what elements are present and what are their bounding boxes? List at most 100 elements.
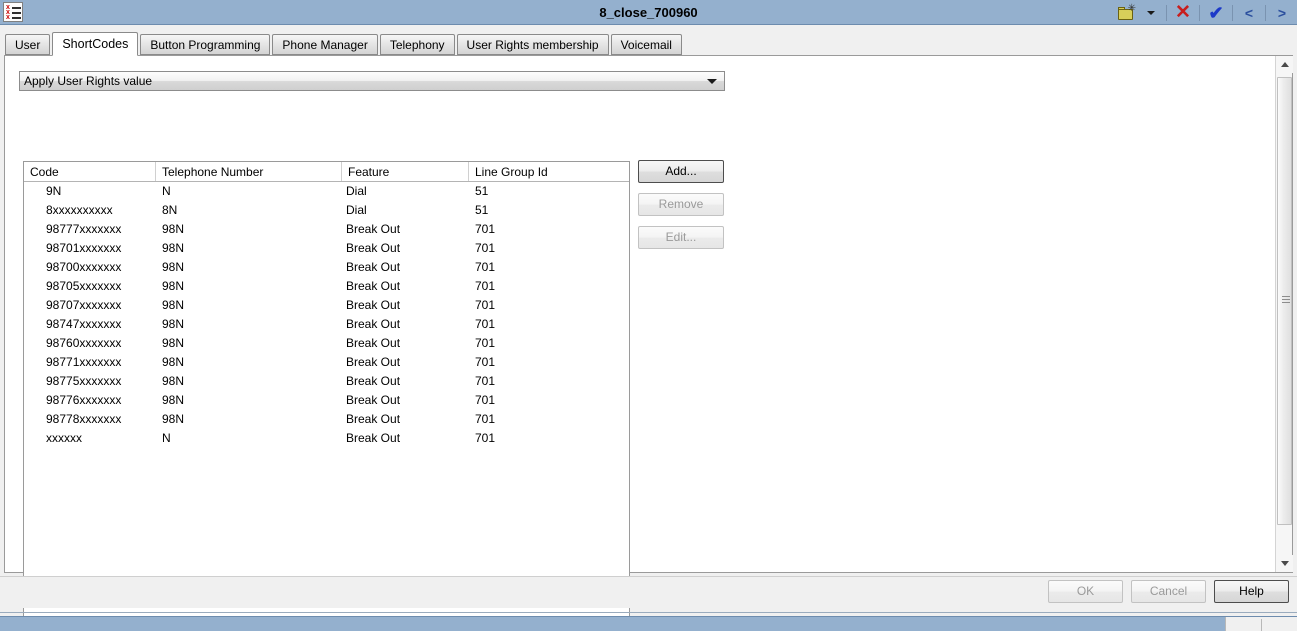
table-body: 9N N Dial 51 8xxxxxxxxxx 8N Dial 51 9877…: [24, 182, 629, 448]
cell-line-group-id: 701: [475, 260, 496, 274]
toolbar-divider-2: [1199, 4, 1200, 21]
cell-line-group-id: 701: [475, 241, 496, 255]
new-folder-icon: ✳: [1118, 4, 1136, 20]
table-row[interactable]: 98771xxxxxxx 98N Break Out 701: [24, 353, 629, 372]
cell-telephone: N: [162, 184, 171, 198]
cell-telephone: N: [162, 431, 171, 445]
cell-feature: Dial: [346, 184, 367, 198]
chevron-down-icon: [1280, 561, 1289, 566]
title-bar: xxx 8_close_700960 ✳ ✕ ✔ < >: [0, 0, 1297, 25]
cell-telephone: 98N: [162, 355, 185, 369]
tab-telephony[interactable]: Telephony: [379, 34, 455, 55]
background-window-divider: [1261, 619, 1262, 631]
application-window: xxx 8_close_700960 ✳ ✕ ✔ < > User ShortC…: [0, 0, 1297, 631]
chevron-up-icon: [1280, 62, 1289, 67]
previous-record-button[interactable]: <: [1238, 2, 1260, 23]
vertical-scrollbar[interactable]: [1275, 56, 1293, 572]
close-icon: ✕: [1175, 2, 1191, 23]
cell-line-group-id: 51: [475, 203, 489, 217]
table-row[interactable]: 98776xxxxxxx 98N Break Out 701: [24, 391, 629, 410]
cell-telephone: 98N: [162, 336, 185, 350]
cell-telephone: 98N: [162, 222, 185, 236]
cell-telephone: 98N: [162, 317, 185, 331]
tab-shortcodes[interactable]: ShortCodes: [52, 32, 139, 56]
cell-code: 98775xxxxxxx: [46, 374, 122, 388]
ok-button: OK: [1048, 580, 1123, 603]
cell-line-group-id: 51: [475, 184, 489, 198]
confirm-button[interactable]: ✔: [1205, 2, 1227, 23]
cell-code: 98778xxxxxxx: [46, 412, 122, 426]
chevron-down-icon: [1147, 10, 1155, 15]
tab-user-rights-membership[interactable]: User Rights membership: [456, 34, 609, 55]
add-button[interactable]: Add...: [638, 160, 724, 183]
remove-button: Remove: [638, 193, 724, 216]
new-folder-button[interactable]: ✳: [1115, 2, 1139, 23]
cell-telephone: 98N: [162, 374, 185, 388]
chevron-down-icon: [707, 78, 717, 84]
cell-telephone: 98N: [162, 393, 185, 407]
table-row[interactable]: 98777xxxxxxx 98N Break Out 701: [24, 220, 629, 239]
cell-code: 98701xxxxxxx: [46, 241, 122, 255]
check-icon: ✔: [1208, 2, 1224, 23]
cell-feature: Break Out: [346, 241, 401, 255]
chevron-left-icon: <: [1244, 4, 1254, 21]
table-row[interactable]: 98700xxxxxxx 98N Break Out 701: [24, 258, 629, 277]
cell-telephone: 98N: [162, 412, 185, 426]
table-row[interactable]: xxxxxx N Break Out 701: [24, 429, 629, 448]
cell-telephone: 98N: [162, 298, 185, 312]
next-record-button[interactable]: >: [1271, 2, 1293, 23]
cell-feature: Break Out: [346, 279, 401, 293]
table-row[interactable]: 98705xxxxxxx 98N Break Out 701: [24, 277, 629, 296]
cell-feature: Break Out: [346, 336, 401, 350]
table-row[interactable]: 98747xxxxxxx 98N Break Out 701: [24, 315, 629, 334]
apply-user-rights-dropdown[interactable]: Apply User Rights value: [19, 71, 725, 91]
tab-user[interactable]: User: [5, 34, 51, 55]
cell-line-group-id: 701: [475, 374, 496, 388]
scrollbar-thumb[interactable]: [1277, 77, 1292, 525]
footer-actions: OK Cancel Help: [1048, 580, 1289, 603]
scroll-down-button[interactable]: [1276, 555, 1293, 572]
cell-feature: Break Out: [346, 431, 401, 445]
tab-button-programming[interactable]: Button Programming: [140, 34, 271, 55]
help-button[interactable]: Help: [1214, 580, 1289, 603]
background-window-controls[interactable]: [1225, 617, 1297, 631]
column-header-line-group-id[interactable]: Line Group Id: [469, 162, 629, 181]
table-row[interactable]: 9N N Dial 51: [24, 182, 629, 201]
column-header-telephone[interactable]: Telephone Number: [156, 162, 342, 181]
cell-feature: Break Out: [346, 317, 401, 331]
new-folder-dropdown-button[interactable]: [1139, 2, 1161, 23]
scrollbar-grip-icon: [1282, 296, 1290, 304]
tab-bar: User ShortCodes Button Programming Phone…: [0, 32, 1297, 56]
cell-telephone: 98N: [162, 260, 185, 274]
delete-button[interactable]: ✕: [1172, 2, 1194, 23]
scroll-up-button[interactable]: [1276, 56, 1293, 73]
titlebar-toolbar: ✳ ✕ ✔ < >: [1115, 0, 1293, 25]
cell-line-group-id: 701: [475, 431, 496, 445]
table-row[interactable]: 98707xxxxxxx 98N Break Out 701: [24, 296, 629, 315]
table-row[interactable]: 98778xxxxxxx 98N Break Out 701: [24, 410, 629, 429]
cell-line-group-id: 701: [475, 355, 496, 369]
cell-line-group-id: 701: [475, 412, 496, 426]
tab-phone-manager[interactable]: Phone Manager: [272, 34, 378, 55]
cell-code: 98776xxxxxxx: [46, 393, 122, 407]
background-window[interactable]: [0, 616, 1297, 631]
edit-button: Edit...: [638, 226, 724, 249]
list-document-icon: xxx: [3, 2, 23, 22]
cell-code: 98700xxxxxxx: [46, 260, 122, 274]
table-row[interactable]: 98760xxxxxxx 98N Break Out 701: [24, 334, 629, 353]
cell-telephone: 8N: [162, 203, 178, 217]
shortcodes-panel: Apply User Rights value Code Telephone N…: [4, 55, 1293, 621]
table-row[interactable]: 98775xxxxxxx 98N Break Out 701: [24, 372, 629, 391]
table-row[interactable]: 8xxxxxxxxxx 8N Dial 51: [24, 201, 629, 220]
column-header-feature[interactable]: Feature: [342, 162, 469, 181]
cell-code: 98771xxxxxxx: [46, 355, 122, 369]
tab-voicemail[interactable]: Voicemail: [610, 34, 682, 55]
table-row[interactable]: 98701xxxxxxx 98N Break Out 701: [24, 239, 629, 258]
column-header-code[interactable]: Code: [24, 162, 156, 181]
cell-code: 98707xxxxxxx: [46, 298, 122, 312]
cell-telephone: 98N: [162, 279, 185, 293]
cell-code: 9N: [46, 184, 62, 198]
cell-code: 98777xxxxxxx: [46, 222, 122, 236]
cell-code: xxxxxx: [46, 431, 82, 445]
toolbar-divider-4: [1265, 4, 1266, 21]
